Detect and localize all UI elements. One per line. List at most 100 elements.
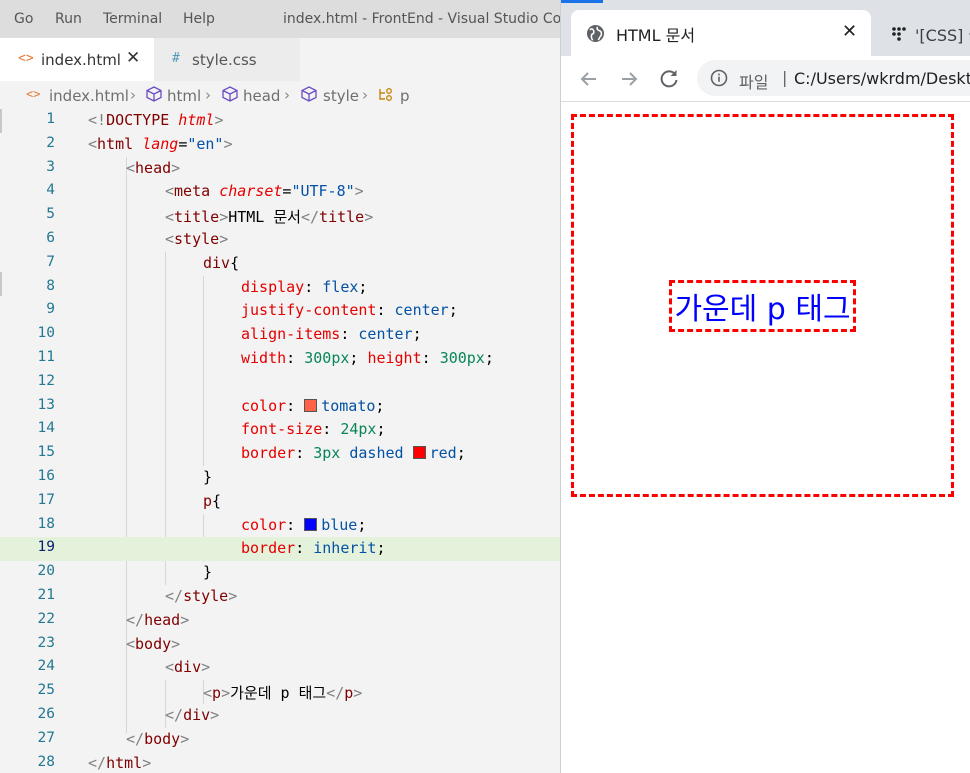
omnibox-separator: | [782,68,788,87]
color-swatch-tomato[interactable] [304,398,318,412]
code-text: <head> [126,158,181,177]
breadcrumb-p[interactable]: p [400,87,410,105]
chevron-right-icon: › [284,86,290,104]
code-text: </div> [165,706,220,724]
line-number: 13 [37,396,55,413]
globe-icon [586,24,605,43]
breadcrumb: <> index.html › html › head › style › p [0,81,560,109]
line-number: 21 [37,587,55,603]
code-text: </body> [126,729,190,748]
code-line: 1 <!DOCTYPE html> [0,109,560,133]
breadcrumb-index-html[interactable]: index.html [49,87,129,105]
line-number: 1 [46,111,55,127]
menu-go[interactable]: Go [14,11,33,27]
code-text: </style> [165,587,238,605]
css-selector-icon [379,88,392,101]
reload-icon[interactable] [655,65,683,93]
code-line: 15 border: 3px dashed red; [0,442,560,466]
line-number: 9 [46,301,55,318]
code-text: display: flex; [241,277,368,296]
line-number: 5 [46,206,55,223]
window-title: index.html - FrontEnd - Visual Studio Co… [283,11,560,27]
browser-window: HTML 문서 ✕ '[CSS] 웹 파일 [560,0,970,773]
code-text: color: blue; [241,515,367,534]
code-line: 2 <html lang="en"> [0,133,560,157]
page-viewport: 가운데 p 태그 [561,102,970,773]
code-text: border: 3px dashed red; [241,444,466,463]
code-text: <!DOCTYPE html> [88,111,224,129]
code-line: 27 </body> [0,728,560,752]
code-text: } [203,563,213,582]
code-text: } [203,468,213,486]
rendered-div: 가운데 p 태그 [571,114,954,497]
code-line: 28 </html> [0,752,560,773]
breadcrumb-html[interactable]: html [167,87,201,105]
symbol-element-icon [301,86,317,102]
line-number: 15 [37,444,55,461]
line-number: 2 [46,134,55,151]
window-accent [561,0,603,3]
chevron-right-icon: › [362,86,368,104]
code-text: div{ [203,253,240,272]
browser-tab-strip: HTML 문서 ✕ '[CSS] 웹 [561,0,970,56]
close-icon[interactable]: ✕ [126,48,140,68]
breadcrumb-head[interactable]: head [243,87,280,105]
code-line: 10 align-items: center; [0,323,560,347]
line-number: 14 [37,420,55,437]
omnibox-url[interactable]: C:/Users/wkrdm/Desktop [794,69,970,88]
browser-tab-title: HTML 문서 [616,26,696,45]
code-line: 23 <body> [0,633,560,657]
title-bar: Go Run Terminal Help index.html - FrontE… [0,0,560,38]
line-number: 26 [37,706,55,722]
chevron-right-icon: › [130,86,136,104]
breadcrumb-style[interactable]: style [323,87,359,105]
line-number: 23 [37,634,55,651]
code-line: 25 <p>가운데 p 태그</p> [0,680,560,704]
code-line: 26 </div> [0,704,560,728]
code-line: 11 width: 300px; height: 300px; [0,347,560,371]
forward-arrow-icon[interactable] [615,65,643,93]
menu-run[interactable]: Run [55,11,82,27]
code-text: justify-content: center; [241,301,458,320]
editor-tabs: <> index.html ✕ # style.css [0,38,560,81]
line-number: 25 [37,682,55,699]
line-number: 22 [37,610,55,627]
color-swatch-blue[interactable] [304,517,318,531]
code-editor[interactable]: 1 <!DOCTYPE html> 2 <html lang="en"> 3 <hea… [0,109,560,773]
symbol-element-icon [146,86,162,102]
code-line: 16} [0,466,560,490]
menu-terminal[interactable]: Terminal [103,11,162,27]
tab-label: style.css [192,51,257,69]
browser-tab-html-doc[interactable]: HTML 문서 ✕ [571,10,871,56]
code-text: </html> [88,753,152,772]
line-number: 18 [37,515,55,532]
line-number: 10 [37,325,55,342]
menu-help[interactable]: Help [183,11,215,27]
tab-label: index.html [41,51,121,69]
line-number: 20 [37,563,55,580]
tab-style-css[interactable]: # style.css [154,38,300,81]
css-file-icon: # [172,51,180,66]
code-line: 7 div{ [0,252,560,276]
browser-tab-css[interactable]: '[CSS] 웹 [877,10,970,56]
code-line: 20} [0,561,560,585]
code-text: align-items: center; [241,325,422,344]
info-icon[interactable] [710,69,728,87]
code-text: border: inherit; [241,539,386,558]
back-arrow-icon[interactable] [575,65,603,93]
code-text: <div> [165,658,211,677]
code-line: 18 color: blue; [0,514,560,538]
close-icon[interactable]: ✕ [842,21,857,42]
browser-toolbar: 파일 | C:/Users/wkrdm/Desktop [561,56,970,102]
chevron-right-icon: › [205,86,211,104]
address-bar[interactable]: 파일 | C:/Users/wkrdm/Desktop [697,60,970,96]
tab-index-html[interactable]: <> index.html ✕ [0,38,154,81]
code-line: 24 <div> [0,656,560,680]
code-line: 12 [0,371,560,395]
color-swatch-red[interactable] [412,446,426,460]
code-line: 14 font-size: 24px; [0,418,560,442]
code-text: width: 300px; height: 300px; [241,349,494,367]
code-text: <meta charset="UTF-8"> [165,182,364,201]
current-line: 19 border: inherit; [0,537,560,562]
line-number: 8 [46,277,55,294]
